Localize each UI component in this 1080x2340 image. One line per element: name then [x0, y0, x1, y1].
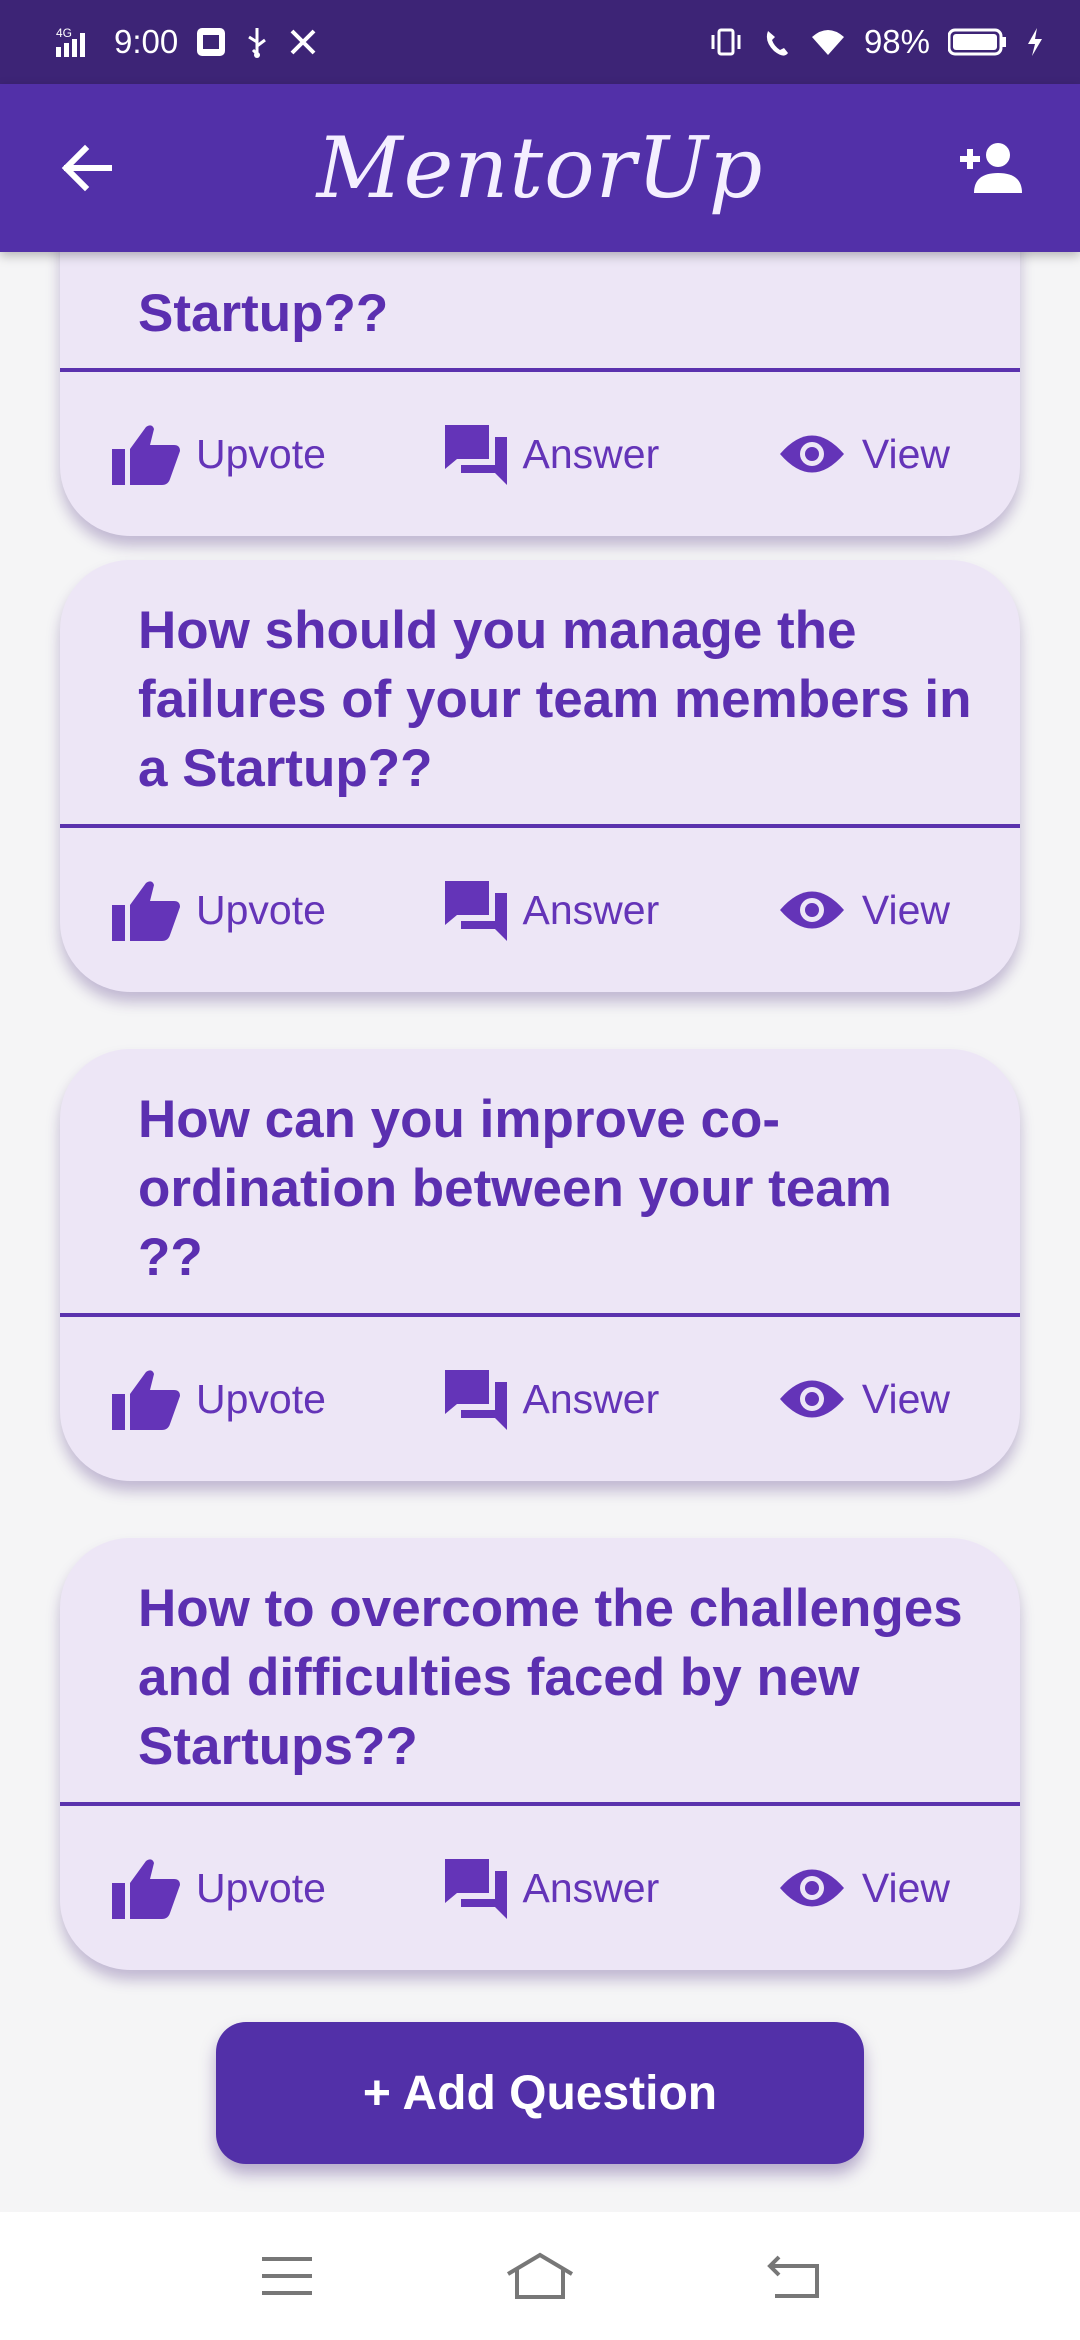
vibrate-icon [708, 27, 744, 57]
card-actions: Upvote Answer View [60, 828, 1020, 992]
question-card: Startup?? Upvote Answer View [60, 252, 1020, 536]
view-button[interactable]: View [778, 431, 950, 478]
question-text: Startup?? [138, 284, 389, 343]
answer-button[interactable]: Answer [444, 1368, 660, 1430]
upvote-button[interactable]: Upvote [112, 1857, 326, 1919]
battery-icon [948, 27, 1008, 57]
thumb-up-icon [112, 881, 180, 941]
forum-icon [444, 1370, 507, 1430]
question-card: How can you improve co-ordination betwee… [60, 1049, 1020, 1481]
eye-icon [779, 435, 844, 473]
eye-icon [779, 891, 844, 929]
card-actions: Upvote Answer View [60, 1806, 1020, 1970]
add-user-button[interactable] [948, 133, 1028, 203]
status-bar: 4G 9:00 98% [0, 0, 1080, 84]
tools-icon [288, 27, 318, 57]
card-actions: Upvote Answer View [60, 1317, 1020, 1481]
network-type: 4G [56, 26, 72, 40]
arrow-left-icon [61, 144, 112, 192]
question-list: Startup?? Upvote Answer View How should … [0, 252, 1080, 2212]
wifi-icon [810, 27, 846, 57]
usb-icon [244, 26, 270, 58]
view-label: View [861, 430, 950, 477]
add-question-button[interactable]: + Add Question [216, 2022, 864, 2164]
question-text: How can you improve co-ordination betwee… [138, 1090, 922, 1287]
back-button[interactable] [52, 133, 122, 203]
app-bar: MentorUp [0, 84, 1080, 252]
answer-label: Answer [522, 886, 660, 933]
forum-icon [444, 881, 507, 941]
person-add-icon [960, 143, 1022, 193]
status-time: 9:00 [114, 23, 179, 60]
view-label: View [861, 1375, 950, 1422]
question-text: How to overcome the challenges and diffi… [138, 1579, 963, 1776]
view-button[interactable]: View [778, 887, 950, 934]
question-card: How to overcome the challenges and diffi… [60, 1538, 1020, 1970]
view-button[interactable]: View [778, 1865, 950, 1912]
menu-nav-button[interactable] [232, 2236, 342, 2316]
upvote-label: Upvote [196, 1864, 326, 1911]
upvote-label: Upvote [196, 430, 326, 477]
forum-icon [444, 1859, 507, 1919]
view-label: View [861, 886, 950, 933]
upvote-button[interactable]: Upvote [112, 1368, 326, 1430]
view-label: View [861, 1864, 950, 1911]
answer-label: Answer [522, 430, 660, 477]
question-card: How should you manage the failures of yo… [60, 560, 1020, 992]
notification-app-icon [196, 27, 226, 57]
eye-icon [779, 1869, 844, 1907]
charging-icon [1026, 27, 1044, 57]
forum-icon [444, 425, 507, 485]
home-icon [506, 2252, 574, 2299]
card-actions: Upvote Answer View [60, 372, 1020, 536]
menu-icon [261, 2257, 312, 2295]
upvote-label: Upvote [196, 1375, 326, 1422]
thumb-up-icon [112, 1370, 180, 1430]
answer-label: Answer [522, 1864, 660, 1911]
view-button[interactable]: View [778, 1376, 950, 1423]
upvote-label: Upvote [196, 886, 326, 933]
battery-percent: 98% [863, 23, 930, 60]
eye-icon [779, 1380, 844, 1418]
back-nav-button[interactable] [738, 2236, 848, 2316]
question-text: How should you manage the failures of yo… [138, 601, 972, 798]
thumb-up-icon [112, 1859, 180, 1919]
answer-label: Answer [522, 1375, 660, 1422]
answer-button[interactable]: Answer [444, 423, 660, 485]
system-nav-bar [0, 2212, 1080, 2340]
signal-icon: 4G [56, 25, 96, 59]
thumb-up-icon [112, 425, 180, 485]
upvote-button[interactable]: Upvote [112, 879, 326, 941]
wifi-call-icon [762, 27, 792, 57]
upvote-button[interactable]: Upvote [112, 423, 326, 485]
answer-button[interactable]: Answer [444, 1857, 660, 1919]
return-icon [767, 2255, 820, 2298]
answer-button[interactable]: Answer [444, 879, 660, 941]
app-title: MentorUp [316, 119, 764, 217]
home-nav-button[interactable] [485, 2236, 595, 2316]
